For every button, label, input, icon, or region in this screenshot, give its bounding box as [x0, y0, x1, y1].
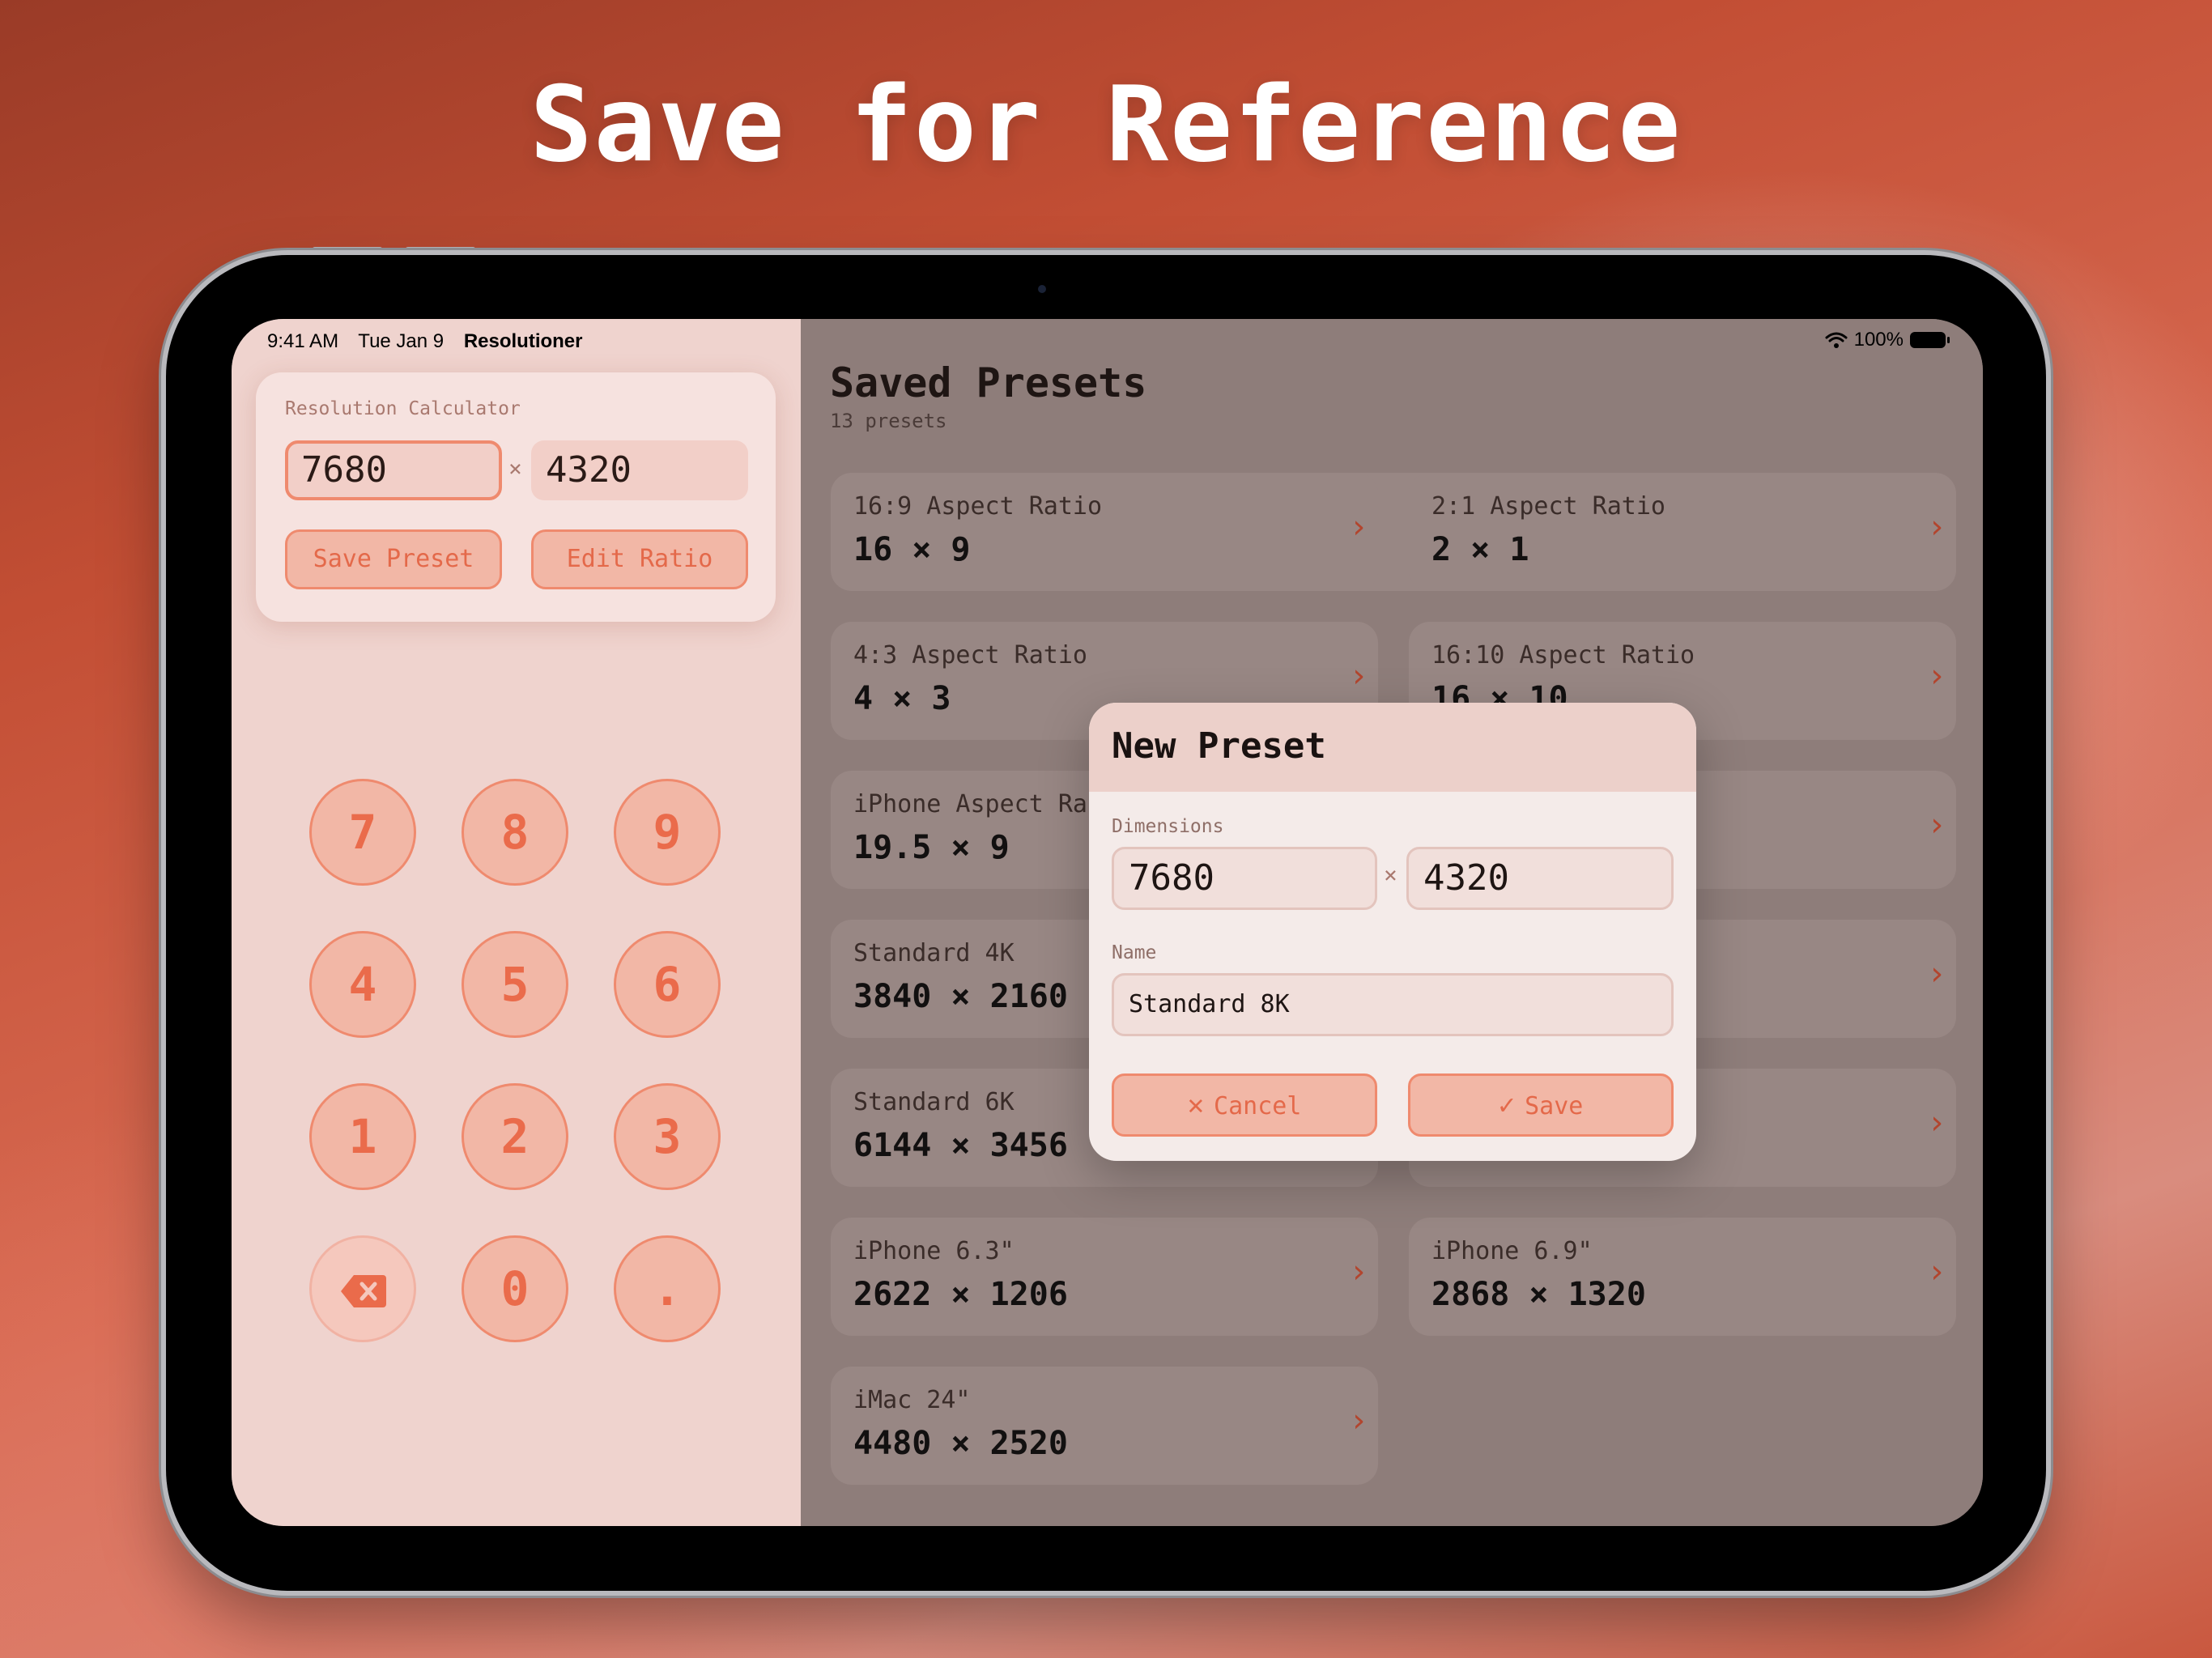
preset-name: 16:9 Aspect Ratio [853, 492, 1103, 521]
chevron-right-icon: › [1926, 1104, 1946, 1141]
key-decimal[interactable]: . [614, 1235, 721, 1342]
calculator-panel: 9:41 AM Tue Jan 9 Resolutioner Resolutio… [232, 319, 801, 1526]
key-delete[interactable] [309, 1235, 416, 1342]
save-preset-button[interactable]: Save Preset [285, 529, 502, 589]
chevron-right-icon: › [1348, 508, 1368, 546]
wifi-icon [1825, 332, 1848, 348]
page-title: Saved Presets [830, 359, 1147, 406]
preset-name: 2:1 Aspect Ratio [1431, 492, 1665, 521]
dialog-title: New Preset [1112, 725, 1326, 767]
times-symbol: × [1384, 861, 1397, 888]
preset-value: 3840 × 2160 [853, 978, 1068, 1015]
chevron-right-icon: › [1926, 806, 1946, 844]
key-3[interactable]: 3 [614, 1083, 721, 1190]
chevron-right-icon: › [1926, 657, 1946, 695]
key-9[interactable]: 9 [614, 779, 721, 886]
key-8[interactable]: 8 [462, 779, 568, 886]
key-1[interactable]: 1 [309, 1083, 416, 1190]
dialog-header: New Preset [1089, 703, 1696, 792]
preset-card[interactable]: iPhone 6.3" 2622 × 1206 › [831, 1218, 1378, 1336]
preset-name: iPhone Aspect Ra [853, 790, 1087, 818]
times-symbol: × [508, 455, 522, 482]
chevron-right-icon: › [1348, 1253, 1368, 1290]
name-label: Name [1112, 942, 1157, 963]
preset-value: 16 × 9 [853, 531, 971, 568]
width-field[interactable]: 7680 [285, 440, 502, 500]
status-date: Tue Jan 9 [358, 330, 445, 352]
chevron-right-icon: › [1926, 508, 1946, 546]
status-bar-left: 9:41 AM Tue Jan 9 Resolutioner [267, 330, 598, 353]
preset-value: 2622 × 1206 [853, 1276, 1068, 1313]
checkmark-icon: ✓ [1498, 1089, 1516, 1121]
status-time: 9:41 AM [267, 330, 339, 352]
screen: 9:41 AM Tue Jan 9 Resolutioner Resolutio… [232, 319, 1983, 1526]
preset-card[interactable]: iPhone 6.9" 2868 × 1320 › [1409, 1218, 1956, 1336]
calculator-card: Resolution Calculator 7680 × 4320 Save P… [256, 372, 776, 622]
preset-card[interactable]: 16:9 Aspect Ratio 16 × 9 › [831, 473, 1378, 591]
preset-count: 13 presets [830, 410, 947, 432]
preset-value: 4 × 3 [853, 680, 951, 717]
chevron-right-icon: › [1348, 1402, 1368, 1439]
battery-icon [1910, 332, 1950, 348]
preset-name: iPhone 6.9" [1431, 1237, 1593, 1265]
close-icon: ✕ [1187, 1089, 1205, 1121]
battery-percent: 100% [1853, 329, 1904, 351]
preset-value: 6144 × 3456 [853, 1127, 1068, 1164]
key-2[interactable]: 2 [462, 1083, 568, 1190]
headline: Save for Reference [530, 65, 1682, 185]
chevron-right-icon: › [1926, 955, 1946, 993]
preset-name: 16:10 Aspect Ratio [1431, 641, 1695, 670]
height-field[interactable]: 4320 [531, 440, 748, 500]
preset-name: iPhone 6.3" [853, 1237, 1015, 1265]
key-7[interactable]: 7 [309, 779, 416, 886]
key-0[interactable]: 0 [462, 1235, 568, 1342]
status-app-name: Resolutioner [463, 330, 583, 352]
preset-name: 4:3 Aspect Ratio [853, 641, 1087, 670]
edit-ratio-button[interactable]: Edit Ratio [531, 529, 748, 589]
new-preset-dialog: New Preset Dimensions 7680 × 4320 Name S… [1089, 703, 1696, 1161]
preset-value: 19.5 × 9 [853, 829, 1010, 866]
preset-name-field[interactable]: Standard 8K [1112, 973, 1674, 1036]
preset-name: Standard 4K [853, 939, 1015, 967]
preset-value: 2 × 1 [1431, 531, 1529, 568]
status-bar-right: 100% [1825, 329, 1950, 351]
calculator-title: Resolution Calculator [285, 398, 521, 419]
key-5[interactable]: 5 [462, 931, 568, 1038]
preset-card[interactable]: iMac 24" 4480 × 2520 › [831, 1367, 1378, 1485]
save-button[interactable]: ✓ Save [1408, 1073, 1674, 1137]
front-camera [1038, 285, 1046, 293]
key-6[interactable]: 6 [614, 931, 721, 1038]
volume-button [312, 247, 383, 255]
cancel-label: Cancel [1214, 1092, 1302, 1120]
key-4[interactable]: 4 [309, 931, 416, 1038]
dialog-width-field[interactable]: 7680 [1112, 847, 1377, 910]
backspace-icon [341, 1275, 386, 1307]
preset-value: 4480 × 2520 [853, 1425, 1068, 1462]
cancel-button[interactable]: ✕ Cancel [1112, 1073, 1377, 1137]
save-label: Save [1525, 1092, 1584, 1120]
preset-name: Standard 6K [853, 1088, 1015, 1116]
chevron-right-icon: › [1926, 1253, 1946, 1290]
preset-name: iMac 24" [853, 1386, 971, 1414]
preset-card[interactable]: 2:1 Aspect Ratio 2 × 1 › [1409, 473, 1956, 591]
dialog-height-field[interactable]: 4320 [1406, 847, 1674, 910]
volume-button [405, 247, 476, 255]
dimensions-label: Dimensions [1112, 816, 1224, 837]
preset-value: 2868 × 1320 [1431, 1276, 1646, 1313]
chevron-right-icon: › [1348, 657, 1368, 695]
